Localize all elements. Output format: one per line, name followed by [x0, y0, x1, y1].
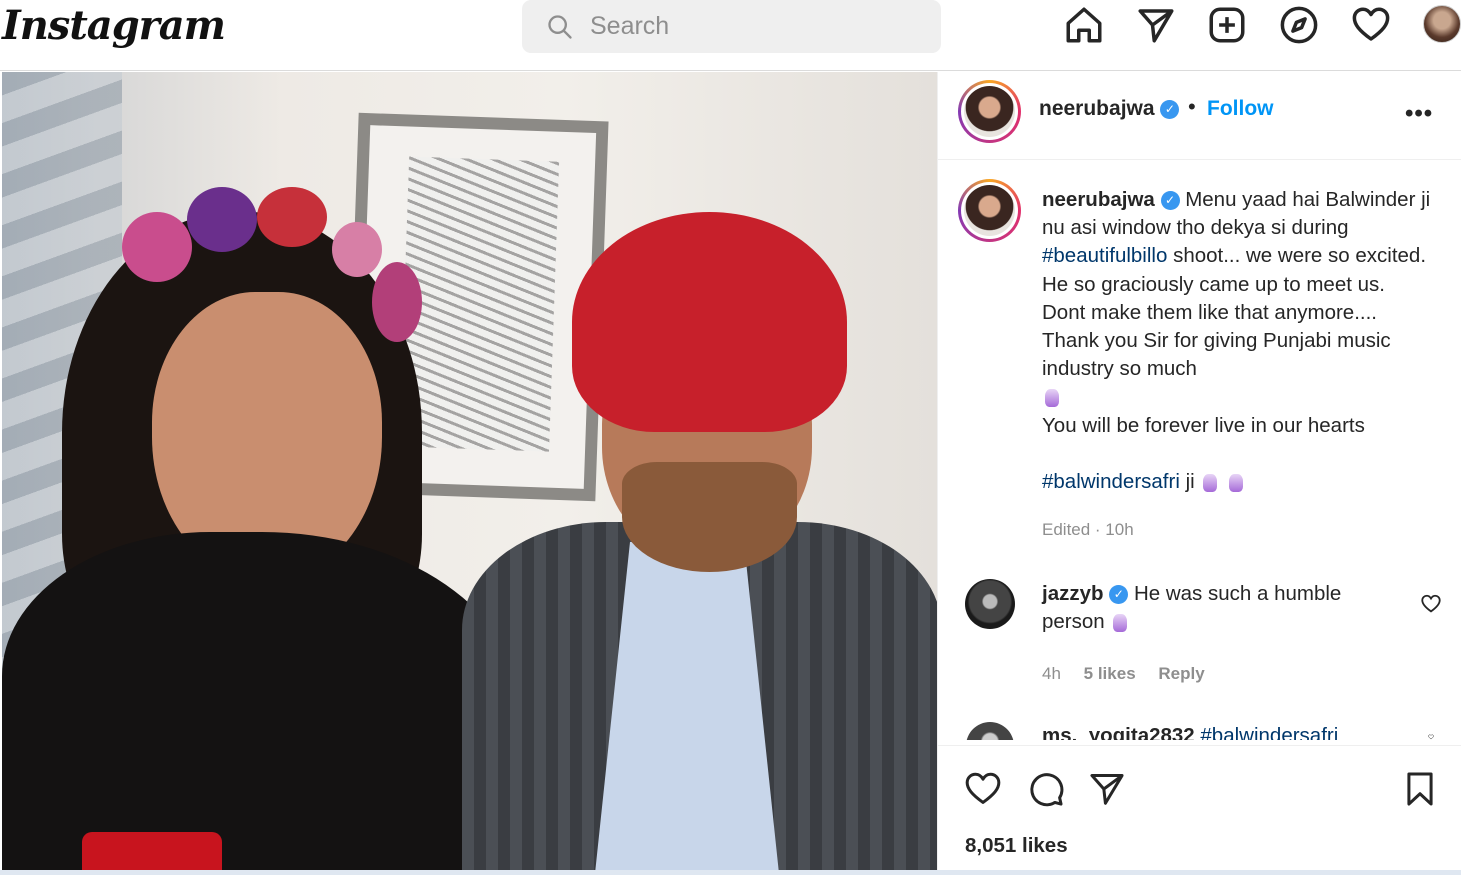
- header-divider: [938, 159, 1461, 160]
- header-separator: •: [1188, 94, 1196, 119]
- comment-text: ms._yogita2832 #balwindersafri: [1042, 724, 1372, 740]
- instagram-logo[interactable]: Instagram: [2, 2, 226, 49]
- caption-text: You will be forever live in our hearts: [1042, 413, 1365, 437]
- post-edited-time: Edited · 10h: [1042, 520, 1134, 539]
- post-side-panel: neerubajwa ✓ • Follow ••• neerubajwa ✓ M…: [937, 72, 1461, 870]
- comment-icon[interactable]: [1027, 770, 1065, 808]
- post-photo[interactable]: [2, 72, 937, 870]
- comment-text: jazzyb ✓ He was such a humble person: [1042, 582, 1342, 634]
- folded-hands-emoji-icon: [1045, 389, 1059, 407]
- activity-heart-icon[interactable]: [1350, 4, 1392, 46]
- folded-hands-emoji-icon: [1203, 473, 1218, 492]
- comment-username[interactable]: ms._yogita2832: [1042, 724, 1195, 740]
- folded-hands-emoji-icon: [1229, 473, 1244, 492]
- comment-likes[interactable]: 5 likes: [1084, 664, 1136, 683]
- send-icon[interactable]: [1135, 4, 1177, 46]
- share-send-icon[interactable]: [1088, 770, 1126, 808]
- comment-like-heart-icon[interactable]: [1422, 734, 1440, 740]
- save-bookmark-icon[interactable]: [1401, 770, 1439, 808]
- author-avatar[interactable]: [958, 80, 1021, 143]
- verified-badge-icon: ✓: [1160, 191, 1180, 211]
- profile-avatar[interactable]: [1423, 5, 1461, 43]
- photo-woman-sleeve: [82, 832, 222, 870]
- reply-button[interactable]: Reply: [1158, 664, 1204, 683]
- hashtag-link[interactable]: #beautifulbillo: [1042, 244, 1167, 267]
- verified-badge-icon: ✓: [1160, 99, 1180, 119]
- new-post-icon[interactable]: [1206, 4, 1248, 46]
- search-box[interactable]: Search: [522, 0, 941, 53]
- more-options-icon[interactable]: •••: [1405, 100, 1433, 128]
- search-input[interactable]: Search: [590, 12, 669, 41]
- comments-divider: [938, 745, 1461, 746]
- comment-avatar[interactable]: [966, 722, 1014, 740]
- search-icon: [548, 14, 572, 39]
- folded-hands-emoji-icon: [1113, 613, 1128, 632]
- comment-meta: 4h 5 likes Reply: [1042, 664, 1223, 684]
- like-heart-icon[interactable]: [964, 770, 1002, 808]
- photo-woman-body: [2, 532, 522, 870]
- top-navigation-bar: Instagram Search: [0, 0, 1461, 70]
- explore-icon[interactable]: [1278, 4, 1320, 46]
- home-icon[interactable]: [1063, 4, 1105, 46]
- comment-avatar[interactable]: [965, 579, 1015, 629]
- likes-count[interactable]: 8,051 likes: [965, 834, 1068, 858]
- caption-text: ji: [1179, 470, 1195, 494]
- comment-time: 4h: [1042, 664, 1061, 683]
- verified-badge-icon: ✓: [1109, 585, 1129, 605]
- hashtag-link[interactable]: #balwindersafri: [1042, 470, 1180, 493]
- hashtag-link[interactable]: #balwindersafri: [1200, 724, 1338, 740]
- caption-username[interactable]: neerubajwa: [1042, 188, 1155, 211]
- nav-divider: [0, 70, 1461, 71]
- photo-man-turban: [572, 212, 847, 432]
- post-caption: neerubajwa ✓ Menu yaad hai Balwinder ji …: [1042, 186, 1432, 496]
- window-bottom-edge: [0, 870, 1461, 875]
- post-header-username[interactable]: neerubajwa ✓: [1039, 97, 1180, 121]
- comment-username[interactable]: jazzyb: [1042, 582, 1104, 605]
- caption-author-avatar[interactable]: [958, 179, 1021, 242]
- comment-like-heart-icon[interactable]: [1420, 593, 1442, 615]
- follow-button[interactable]: Follow: [1207, 97, 1274, 121]
- photo-man-beard: [622, 462, 797, 572]
